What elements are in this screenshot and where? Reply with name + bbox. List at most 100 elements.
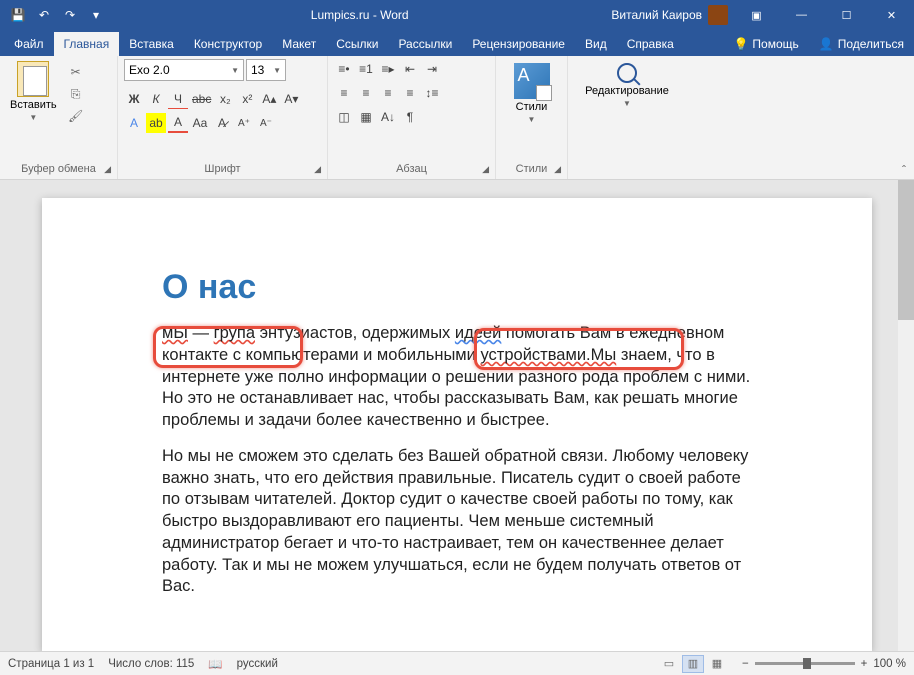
ribbon: Вставить ▼ ✂ ⎘ 🖌 Буфер обмена◢ Exo 2.0▼ … bbox=[0, 56, 914, 180]
tab-layout[interactable]: Макет bbox=[272, 32, 326, 56]
font-name-combo[interactable]: Exo 2.0▼ bbox=[124, 59, 244, 81]
chevron-down-icon: ▼ bbox=[29, 113, 37, 122]
tab-references[interactable]: Ссылки bbox=[326, 32, 388, 56]
sort-button[interactable]: A↓ bbox=[378, 107, 398, 127]
copy-icon[interactable]: ⎘ bbox=[67, 85, 85, 103]
tab-insert[interactable]: Вставка bbox=[119, 32, 184, 56]
styles-icon bbox=[514, 63, 550, 99]
decrease-indent-button[interactable]: ⇤ bbox=[400, 59, 420, 79]
char-border-button[interactable]: A⁻ bbox=[256, 113, 276, 133]
grow-font-button[interactable]: A▴ bbox=[259, 89, 279, 109]
borders-button[interactable]: ▦ bbox=[356, 107, 376, 127]
group-font: Exo 2.0▼ 13▼ Ж К Ч abc x₂ x² A▴ A▾ A ab … bbox=[118, 56, 328, 179]
undo-icon[interactable]: ↶ bbox=[34, 8, 54, 22]
zoom-handle[interactable] bbox=[803, 658, 811, 669]
text-effects-button[interactable]: A bbox=[124, 113, 144, 133]
document-page[interactable]: О нас мЫ — група энтузиастов, одержимых … bbox=[42, 198, 872, 651]
increase-indent-button[interactable]: ⇥ bbox=[422, 59, 442, 79]
user-account[interactable]: Виталий Каиров bbox=[605, 5, 734, 25]
styles-button[interactable]: Стили ▼ bbox=[506, 59, 558, 128]
share-button[interactable]: 👤Поделиться bbox=[809, 32, 914, 56]
bullets-button[interactable]: ≡• bbox=[334, 59, 354, 79]
tell-me-button[interactable]: 💡Помощь bbox=[723, 32, 808, 56]
editing-button[interactable]: Редактирование ▼ bbox=[577, 59, 677, 112]
multilevel-button[interactable]: ≡▸ bbox=[378, 59, 398, 79]
web-layout-icon[interactable]: ▦ bbox=[706, 655, 728, 673]
font-size-combo[interactable]: 13▼ bbox=[246, 59, 286, 81]
tab-home[interactable]: Главная bbox=[54, 32, 120, 56]
format-painter-icon[interactable]: 🖌 bbox=[67, 107, 85, 125]
group-paragraph: ≡• ≡1 ≡▸ ⇤ ⇥ ≡ ≡ ≡ ≡ ↕≡ ◫ ▦ A↓ ¶ Абзац◢ bbox=[328, 56, 496, 179]
user-name: Виталий Каиров bbox=[611, 8, 702, 22]
tab-review[interactable]: Рецензирование bbox=[462, 32, 575, 56]
ribbon-tabs: Файл Главная Вставка Конструктор Макет С… bbox=[0, 30, 914, 56]
change-case-button[interactable]: Aa bbox=[190, 113, 210, 133]
qat-customize-icon[interactable]: ▾ bbox=[86, 8, 106, 22]
styles-launcher-icon[interactable]: ◢ bbox=[554, 164, 561, 175]
shrink-font-button[interactable]: A▾ bbox=[281, 89, 301, 109]
proofing-icon[interactable]: 📖 bbox=[208, 657, 222, 671]
char-shading-button[interactable]: A⁺ bbox=[234, 113, 254, 133]
paragraph-launcher-icon[interactable]: ◢ bbox=[482, 164, 489, 175]
cut-icon[interactable]: ✂ bbox=[67, 63, 85, 81]
chevron-down-icon: ▼ bbox=[623, 99, 631, 108]
shading-button[interactable]: ◫ bbox=[334, 107, 354, 127]
tab-view[interactable]: Вид bbox=[575, 32, 617, 56]
avatar-icon bbox=[708, 5, 728, 25]
minimize-icon[interactable]: — bbox=[779, 0, 824, 30]
tab-help[interactable]: Справка bbox=[617, 32, 684, 56]
document-area: О нас мЫ — група энтузиастов, одержимых … bbox=[0, 180, 914, 651]
numbering-button[interactable]: ≡1 bbox=[356, 59, 376, 79]
group-styles: Стили ▼ Стили◢ bbox=[496, 56, 568, 179]
ribbon-display-icon[interactable]: ▣ bbox=[734, 0, 779, 30]
zoom-slider[interactable] bbox=[755, 662, 855, 665]
print-layout-icon[interactable]: ▥ bbox=[682, 655, 704, 673]
bold-button[interactable]: Ж bbox=[124, 89, 144, 109]
strikethrough-button[interactable]: abc bbox=[190, 89, 213, 109]
italic-button[interactable]: К bbox=[146, 89, 166, 109]
highlight-button[interactable]: ab bbox=[146, 113, 166, 133]
align-left-button[interactable]: ≡ bbox=[334, 83, 354, 103]
chevron-down-icon: ▼ bbox=[528, 115, 536, 124]
justify-button[interactable]: ≡ bbox=[400, 83, 420, 103]
paragraph-1: мЫ — група энтузиастов, одержимых идеей … bbox=[162, 323, 762, 432]
window-title: Lumpics.ru - Word bbox=[114, 8, 605, 22]
zoom-level[interactable]: 100 % bbox=[873, 658, 906, 670]
line-spacing-button[interactable]: ↕≡ bbox=[422, 83, 442, 103]
autosave-icon[interactable]: 💾 bbox=[8, 8, 28, 22]
share-icon: 👤 bbox=[819, 37, 834, 51]
paste-button[interactable]: Вставить ▼ bbox=[6, 59, 61, 124]
word-count[interactable]: Число слов: 115 bbox=[108, 658, 194, 670]
tab-mailings[interactable]: Рассылки bbox=[388, 32, 462, 56]
page-indicator[interactable]: Страница 1 из 1 bbox=[8, 658, 94, 670]
paste-icon bbox=[17, 61, 49, 97]
tab-design[interactable]: Конструктор bbox=[184, 32, 272, 56]
titlebar: 💾 ↶ ↷ ▾ Lumpics.ru - Word Виталий Каиров… bbox=[0, 0, 914, 30]
redo-icon[interactable]: ↷ bbox=[60, 8, 80, 22]
collapse-ribbon-icon[interactable]: ˆ bbox=[902, 163, 906, 177]
font-launcher-icon[interactable]: ◢ bbox=[314, 164, 321, 175]
show-marks-button[interactable]: ¶ bbox=[400, 107, 420, 127]
zoom-out-button[interactable]: − bbox=[742, 658, 749, 670]
heading: О нас bbox=[162, 268, 762, 307]
tab-file[interactable]: Файл bbox=[4, 32, 54, 56]
language-indicator[interactable]: русский bbox=[237, 658, 278, 670]
align-center-button[interactable]: ≡ bbox=[356, 83, 376, 103]
lightbulb-icon: 💡 bbox=[733, 37, 748, 51]
zoom-controls: − + 100 % bbox=[742, 658, 906, 670]
subscript-button[interactable]: x₂ bbox=[215, 89, 235, 109]
maximize-icon[interactable]: ☐ bbox=[824, 0, 869, 30]
font-color-button[interactable]: A bbox=[168, 113, 188, 133]
align-right-button[interactable]: ≡ bbox=[378, 83, 398, 103]
group-editing: Редактирование ▼ bbox=[568, 56, 686, 179]
clear-format-button[interactable]: A̷ bbox=[212, 113, 232, 133]
close-icon[interactable]: ✕ bbox=[869, 0, 914, 30]
scrollbar-thumb[interactable] bbox=[898, 180, 914, 320]
view-buttons: ▭ ▥ ▦ bbox=[658, 655, 728, 673]
clipboard-launcher-icon[interactable]: ◢ bbox=[104, 164, 111, 175]
vertical-scrollbar[interactable] bbox=[898, 180, 914, 651]
superscript-button[interactable]: x² bbox=[237, 89, 257, 109]
read-mode-icon[interactable]: ▭ bbox=[658, 655, 680, 673]
zoom-in-button[interactable]: + bbox=[861, 658, 868, 670]
underline-button[interactable]: Ч bbox=[168, 89, 188, 109]
